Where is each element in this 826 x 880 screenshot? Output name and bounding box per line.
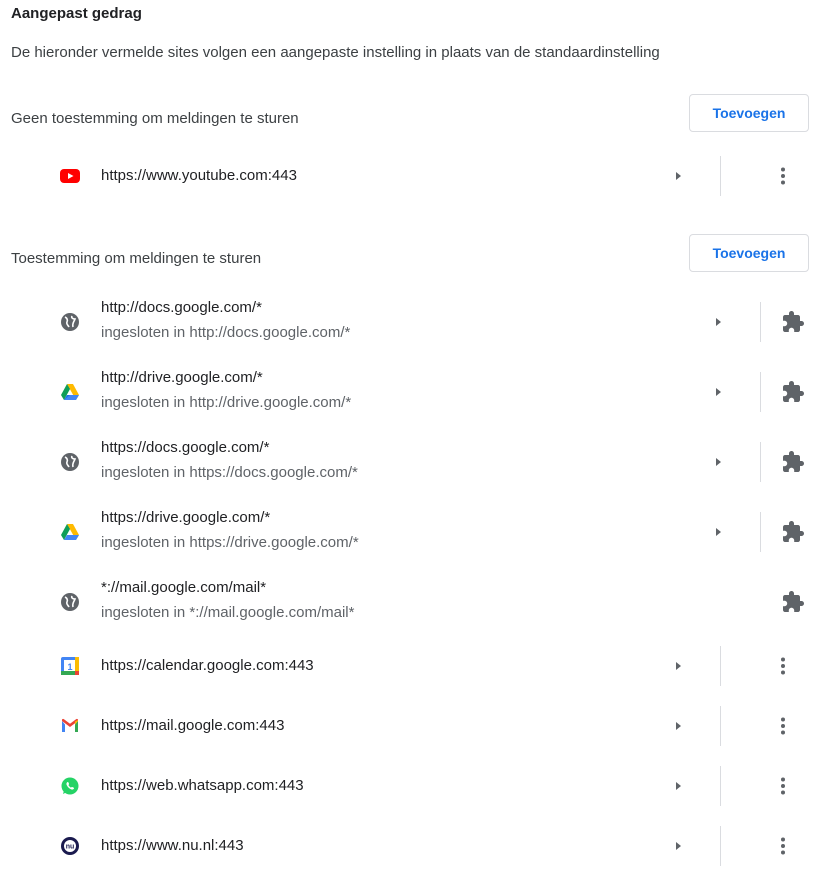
- caret-right-icon[interactable]: [668, 776, 688, 796]
- divider: [720, 766, 721, 806]
- site-embedded-label: ingesloten in *://mail.google.com/mail*: [101, 604, 355, 621]
- site-embedded-label: ingesloten in http://drive.google.com/*: [101, 394, 352, 411]
- caret-right-icon[interactable]: [668, 716, 688, 736]
- site-url: https://www.youtube.com:443: [101, 167, 297, 184]
- google-calendar-icon: 1: [60, 656, 80, 676]
- site-row-calendar[interactable]: 1 https://calendar.google.com:443: [0, 646, 826, 686]
- caret-right-icon[interactable]: [708, 382, 728, 402]
- globe-icon: [60, 312, 80, 332]
- extension-icon[interactable]: [781, 310, 805, 334]
- allowed-section-label: Toestemming om meldingen te sturen: [11, 250, 262, 267]
- add-allowed-button[interactable]: Toevoegen: [689, 234, 809, 272]
- nu-nl-icon: nu: [60, 836, 80, 856]
- site-url: http://docs.google.com/*: [101, 299, 262, 316]
- site-row-docs-https[interactable]: https://docs.google.com/* ingesloten in …: [0, 432, 826, 492]
- site-row-drive-http[interactable]: http://drive.google.com/* ingesloten in …: [0, 362, 826, 422]
- site-url: https://docs.google.com/*: [101, 439, 270, 456]
- page-title: Aangepast gedrag: [11, 5, 142, 22]
- site-embedded-label: ingesloten in http://docs.google.com/*: [101, 324, 351, 341]
- more-icon[interactable]: [773, 656, 793, 676]
- divider: [760, 442, 761, 482]
- divider: [720, 826, 721, 866]
- site-embedded-label: ingesloten in https://docs.google.com/*: [101, 464, 358, 481]
- google-drive-icon: [60, 522, 80, 542]
- globe-icon: [60, 452, 80, 472]
- site-row-docs-http[interactable]: http://docs.google.com/* ingesloten in h…: [0, 292, 826, 352]
- divider: [720, 646, 721, 686]
- caret-right-icon[interactable]: [668, 656, 688, 676]
- extension-icon[interactable]: [781, 380, 805, 404]
- extension-icon[interactable]: [781, 450, 805, 474]
- site-embedded-label: ingesloten in https://drive.google.com/*: [101, 534, 359, 551]
- site-row-mail-wildcard[interactable]: *://mail.google.com/mail* ingesloten in …: [0, 572, 826, 632]
- more-icon[interactable]: [773, 776, 793, 796]
- site-row-youtube[interactable]: https://www.youtube.com:443: [0, 156, 826, 196]
- site-row-whatsapp[interactable]: https://web.whatsapp.com:443: [0, 766, 826, 806]
- site-url: https://www.nu.nl:443: [101, 837, 244, 854]
- caret-right-icon[interactable]: [708, 452, 728, 472]
- blocked-section-label: Geen toestemming om meldingen te sturen: [11, 110, 299, 127]
- extension-icon[interactable]: [781, 520, 805, 544]
- more-icon[interactable]: [773, 836, 793, 856]
- globe-icon: [60, 592, 80, 612]
- extension-icon[interactable]: [781, 590, 805, 614]
- site-url: https://mail.google.com:443: [101, 717, 285, 734]
- caret-right-icon[interactable]: [708, 522, 728, 542]
- divider: [720, 706, 721, 746]
- site-row-drive-https[interactable]: https://drive.google.com/* ingesloten in…: [0, 502, 826, 562]
- svg-text:nu: nu: [66, 844, 75, 851]
- site-url: *://mail.google.com/mail*: [101, 579, 267, 596]
- site-url: http://drive.google.com/*: [101, 369, 263, 386]
- site-url: https://calendar.google.com:443: [101, 657, 314, 674]
- google-drive-icon: [60, 382, 80, 402]
- caret-right-icon[interactable]: [708, 312, 728, 332]
- svg-text:1: 1: [67, 662, 72, 672]
- caret-right-icon[interactable]: [668, 166, 688, 186]
- site-url: https://drive.google.com/*: [101, 509, 271, 526]
- caret-right-icon[interactable]: [668, 836, 688, 856]
- divider: [760, 302, 761, 342]
- divider: [720, 156, 721, 196]
- youtube-icon: [60, 166, 80, 186]
- site-row-gmail[interactable]: https://mail.google.com:443: [0, 706, 826, 746]
- page-description: De hieronder vermelde sites volgen een a…: [11, 44, 660, 61]
- site-row-nu-nl[interactable]: nu https://www.nu.nl:443: [0, 826, 826, 866]
- gmail-icon: [60, 716, 80, 736]
- divider: [760, 372, 761, 412]
- site-url: https://web.whatsapp.com:443: [101, 777, 304, 794]
- more-icon[interactable]: [773, 166, 793, 186]
- more-icon[interactable]: [773, 716, 793, 736]
- add-blocked-button[interactable]: Toevoegen: [689, 94, 809, 132]
- divider: [760, 512, 761, 552]
- whatsapp-icon: [60, 776, 80, 796]
